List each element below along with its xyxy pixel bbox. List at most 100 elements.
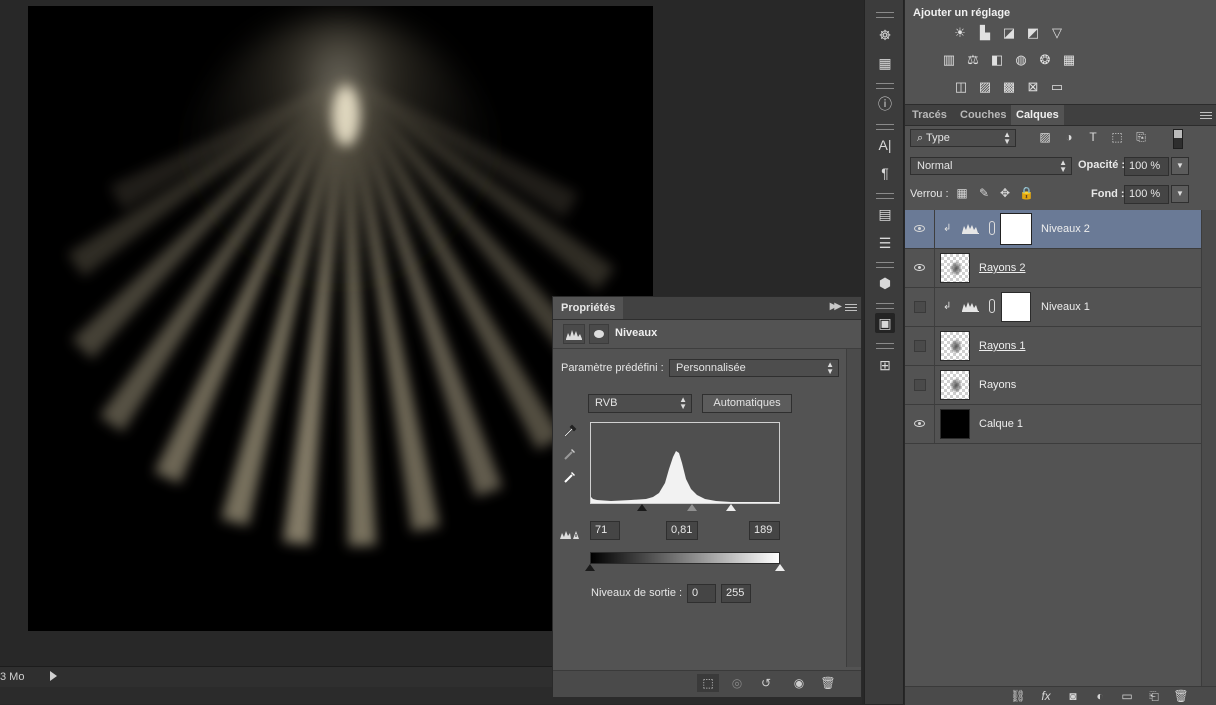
hidden-visibility-box[interactable]: [914, 340, 926, 352]
opacity-dropdown-icon[interactable]: ▼: [1171, 157, 1189, 175]
filter-pixel-icon[interactable]: ▨: [1038, 130, 1052, 144]
auto-button[interactable]: Automatiques: [702, 394, 792, 413]
vibrance-icon[interactable]: ▽: [1049, 25, 1065, 41]
color-lookup-icon[interactable]: ▦: [1061, 52, 1077, 68]
gradient-map-icon[interactable]: ▭: [1049, 79, 1065, 95]
hidden-visibility-box[interactable]: [914, 379, 926, 391]
levels-icon[interactable]: ▙: [977, 25, 993, 41]
layer-row-rayons[interactable]: Rayons: [905, 366, 1201, 405]
output-black-field[interactable]: 0: [687, 584, 716, 603]
view-previous-state-icon[interactable]: ◎: [726, 674, 748, 692]
fill-field[interactable]: 100 %: [1124, 185, 1169, 204]
filter-smart-object-icon[interactable]: ⎘: [1134, 130, 1148, 144]
layer-thumbnail[interactable]: [940, 253, 970, 283]
input-black-field[interactable]: 71: [590, 521, 620, 540]
mask-icon[interactable]: [589, 324, 609, 344]
clipping-warning-icon[interactable]: [559, 527, 581, 541]
delete-layer-icon[interactable]: 🗑: [1173, 688, 1189, 704]
fill-dropdown-icon[interactable]: ▼: [1171, 185, 1189, 203]
dock-grip[interactable]: [876, 193, 894, 199]
delete-icon[interactable]: 🗑: [817, 674, 839, 692]
input-black-handle[interactable]: [637, 504, 647, 511]
3d-icon[interactable]: ⬢: [875, 273, 895, 293]
layer-thumbnail[interactable]: [940, 370, 970, 400]
reset-icon[interactable]: ↺: [755, 674, 777, 692]
layer-row-rayons-2[interactable]: Rayons 2: [905, 249, 1201, 288]
eye-icon[interactable]: [914, 264, 925, 271]
tab-channels[interactable]: Couches: [955, 105, 1011, 125]
filter-shape-icon[interactable]: ⬚: [1110, 130, 1124, 144]
black-white-icon[interactable]: ◧: [989, 52, 1005, 68]
visibility-toggle[interactable]: [905, 249, 935, 287]
add-mask-icon[interactable]: ◙: [1065, 688, 1081, 704]
output-levels-slider[interactable]: [585, 564, 785, 574]
layer-mask-thumbnail[interactable]: [1001, 292, 1031, 322]
visibility-toggle[interactable]: [905, 405, 935, 443]
lock-position-icon[interactable]: ✥: [998, 186, 1012, 200]
paragraph-icon[interactable]: ¶: [875, 163, 895, 183]
layer-row-niveaux-1[interactable]: ↲ Niveaux 1: [905, 288, 1201, 327]
posterize-icon[interactable]: ▨: [977, 79, 993, 95]
adjustments-grid-icon[interactable]: ⊞: [875, 355, 895, 375]
new-layer-icon[interactable]: ⎗: [1146, 688, 1162, 704]
tab-paths[interactable]: Tracés: [907, 105, 952, 125]
toggle-visibility-icon[interactable]: ◉: [788, 674, 810, 692]
brightness-icon[interactable]: ☀: [952, 25, 968, 41]
link-layers-icon[interactable]: ⛓: [1010, 688, 1026, 704]
visibility-toggle[interactable]: [905, 327, 935, 365]
preset-select[interactable]: Personnalisée ▲ ▼: [669, 359, 839, 377]
photo-filter-icon[interactable]: ◍: [1013, 52, 1029, 68]
hue-saturation-icon[interactable]: ▥: [941, 52, 957, 68]
layer-filter-select[interactable]: ⌕ Type ▲ ▼: [910, 129, 1016, 147]
visibility-toggle[interactable]: [905, 366, 935, 404]
dock-grip[interactable]: [876, 12, 894, 18]
dock-grip[interactable]: [876, 262, 894, 268]
input-gamma-handle[interactable]: [687, 504, 697, 511]
output-white-field[interactable]: 255: [721, 584, 751, 603]
channel-mixer-icon[interactable]: ❂: [1037, 52, 1053, 68]
tab-properties[interactable]: Propriétés: [553, 297, 624, 319]
dock-grip[interactable]: [876, 124, 894, 130]
exposure-icon[interactable]: ◩: [1025, 25, 1041, 41]
filter-toggle[interactable]: [1173, 129, 1183, 149]
curves-icon[interactable]: ◪: [1001, 25, 1017, 41]
libraries-icon[interactable]: ▤: [875, 204, 895, 224]
lock-transparency-icon[interactable]: ▦: [955, 186, 969, 200]
channel-select[interactable]: RVB ▲ ▼: [588, 394, 692, 413]
status-menu-arrow-icon[interactable]: [50, 671, 57, 681]
properties-panel-icon[interactable]: ▣: [875, 313, 895, 333]
navigator-icon[interactable]: ☸: [875, 25, 895, 45]
visibility-toggle[interactable]: [905, 210, 935, 248]
filter-adjustment-icon[interactable]: ◑: [1062, 130, 1076, 144]
layer-row-niveaux-2[interactable]: ↲ Niveaux 2: [905, 210, 1201, 249]
black-eyedropper-icon[interactable]: [562, 423, 578, 439]
eye-icon[interactable]: [914, 420, 925, 427]
dock-grip[interactable]: [876, 83, 894, 89]
output-white-handle[interactable]: [775, 564, 785, 571]
properties-scrollbar[interactable]: [846, 349, 861, 667]
blend-mode-select[interactable]: Normal ▲ ▼: [910, 157, 1072, 175]
layer-style-fx-icon[interactable]: fx: [1038, 688, 1054, 704]
clip-to-layer-icon[interactable]: ⬚: [697, 674, 719, 692]
input-white-field[interactable]: 189: [749, 521, 780, 540]
lock-all-icon[interactable]: 🔒: [1019, 186, 1034, 200]
panel-menu-icon[interactable]: [1200, 110, 1212, 121]
filter-type-icon[interactable]: T: [1086, 130, 1100, 144]
histogram-panel-icon[interactable]: ▦: [875, 53, 895, 73]
layer-mask-thumbnail[interactable]: [1000, 213, 1032, 245]
visibility-toggle[interactable]: [905, 288, 935, 326]
dock-grip[interactable]: [876, 343, 894, 349]
opacity-field[interactable]: 100 %: [1124, 157, 1169, 176]
input-levels-slider[interactable]: [590, 504, 780, 514]
notes-icon[interactable]: ☰: [875, 233, 895, 253]
eye-icon[interactable]: [914, 225, 925, 232]
white-eyedropper-icon[interactable]: [562, 469, 578, 485]
hidden-visibility-box[interactable]: [914, 301, 926, 313]
threshold-icon[interactable]: ▩: [1001, 79, 1017, 95]
input-gamma-field[interactable]: 0,81: [666, 521, 698, 540]
selective-color-icon[interactable]: ⊠: [1025, 79, 1041, 95]
layer-thumbnail[interactable]: [940, 331, 970, 361]
layer-thumbnail[interactable]: [940, 409, 970, 439]
tab-layers[interactable]: Calques: [1011, 105, 1064, 125]
levels-adjustment-icon[interactable]: [563, 324, 585, 344]
